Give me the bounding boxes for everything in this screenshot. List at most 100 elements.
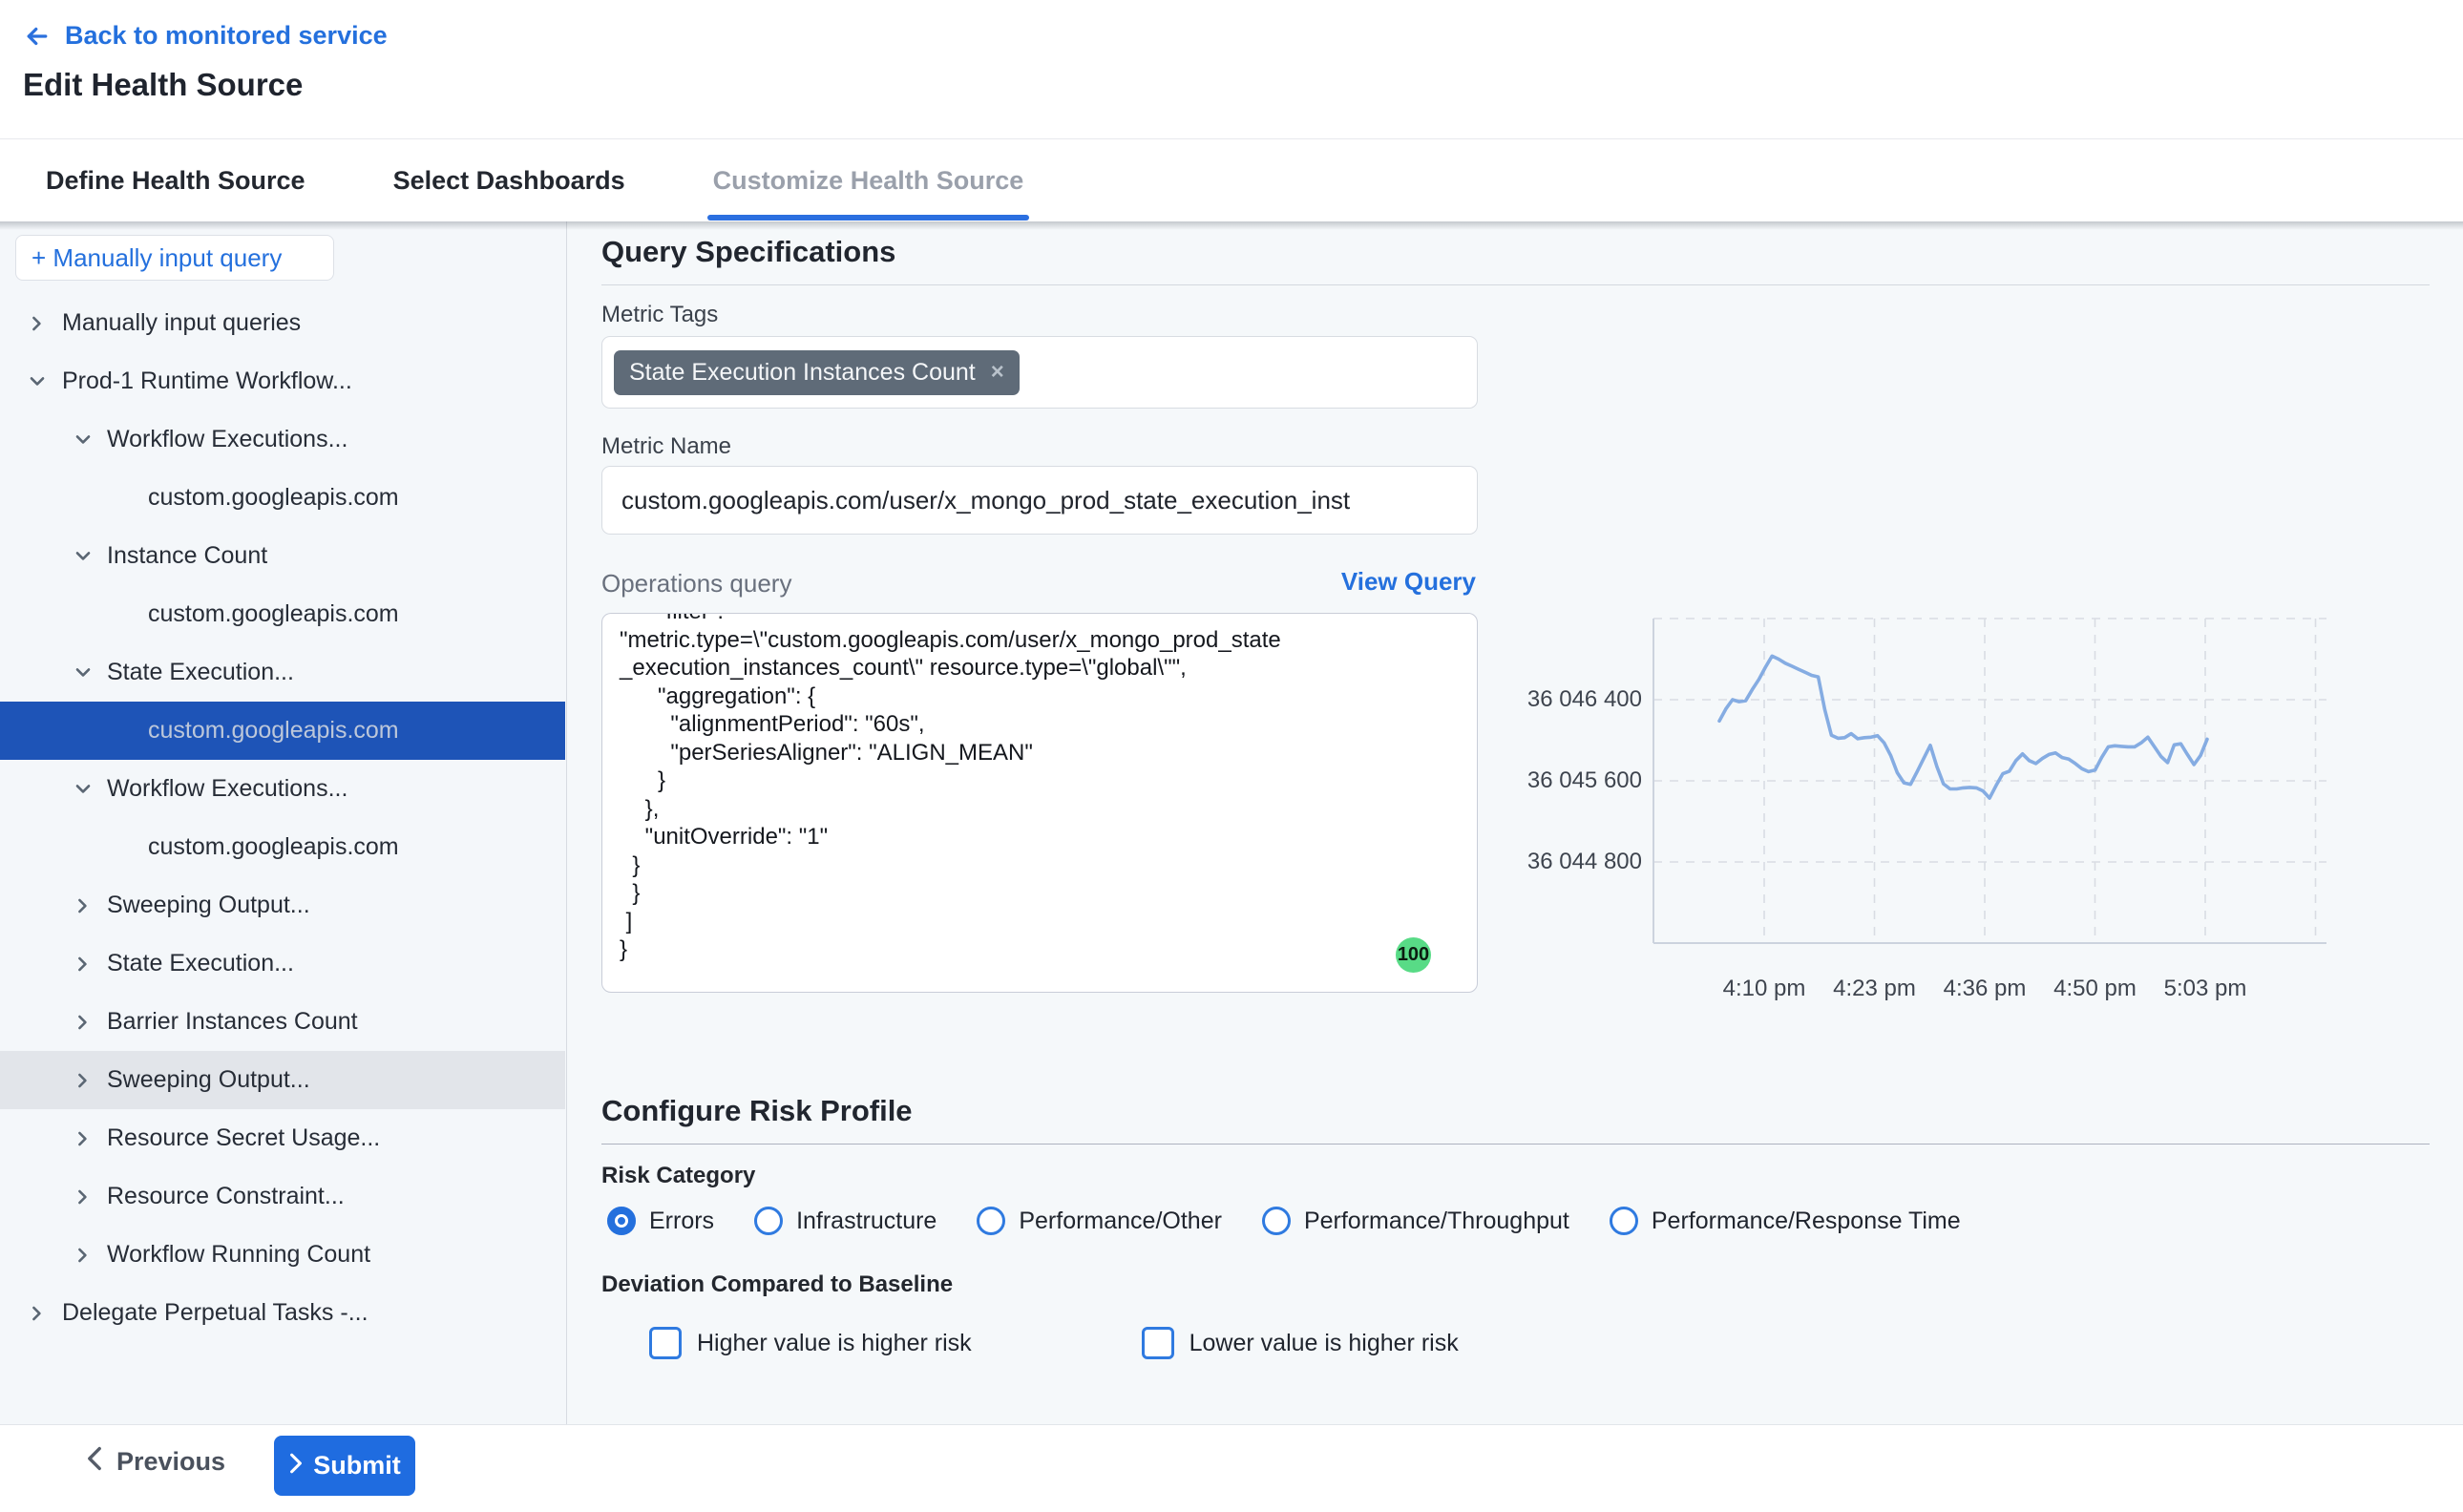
query-specifications-heading: Query Specifications <box>601 235 895 269</box>
tree-item[interactable]: Barrier Instances Count <box>0 993 565 1051</box>
tree-item[interactable]: Manually input queries <box>0 294 565 352</box>
deviation-option[interactable]: Higher value is higher risk <box>649 1327 972 1359</box>
chevron-right-icon[interactable] <box>71 893 95 918</box>
y-axis-tick-label: 36 046 400 <box>1510 686 1642 713</box>
deviation-checkbox-group: Higher value is higher risk Lower value i… <box>649 1327 1459 1359</box>
tree-item-label: Resource Constraint... <box>107 1183 345 1210</box>
tree-item[interactable]: custom.googleapis.com <box>0 818 565 876</box>
page-title: Edit Health Source <box>23 67 303 103</box>
risk-category-option[interactable]: Performance/Response Time <box>1610 1207 1961 1235</box>
checkbox-unchecked-icon[interactable] <box>1142 1327 1174 1359</box>
previous-button[interactable]: Previous <box>84 1446 225 1478</box>
radio-unselected-icon[interactable] <box>1262 1207 1291 1235</box>
submit-button[interactable]: Submit <box>274 1436 415 1496</box>
radio-unselected-icon[interactable] <box>754 1207 783 1235</box>
metric-tags-input[interactable]: State Execution Instances Count × <box>601 336 1478 409</box>
tree-item[interactable]: Prod-1 Runtime Workflow... <box>0 352 565 410</box>
operations-query-row: Operations query View Query <box>601 567 1478 601</box>
back-link-label: Back to monitored service <box>65 21 388 51</box>
chevron-down-icon[interactable] <box>71 544 95 569</box>
tree-item[interactable]: State Execution... <box>0 643 565 702</box>
tab-bar: Define Health Source Select Dashboards C… <box>0 139 2463 221</box>
risk-category-label: Risk Category <box>601 1163 755 1189</box>
operations-query-code: "filter": "metric.type=\"custom.googleap… <box>620 614 1460 964</box>
chevron-right-icon[interactable] <box>71 1185 95 1209</box>
submit-button-label: Submit <box>313 1451 401 1480</box>
tree-item-label: State Execution... <box>107 659 294 686</box>
risk-category-radio-group: Errors Infrastructure Performance/Other Per… <box>607 1207 1961 1235</box>
tree-item-label: Workflow Executions... <box>107 775 347 803</box>
metrics-tree-sidebar: + Manually input query Manually input qu… <box>0 221 567 1424</box>
query-score-badge: 100 <box>1396 937 1431 973</box>
chevron-left-icon <box>84 1446 105 1478</box>
risk-category-option[interactable]: Errors <box>607 1207 714 1235</box>
tree-item[interactable]: Delegate Perpetual Tasks -... <box>0 1284 565 1342</box>
view-query-link[interactable]: View Query <box>1341 567 1476 597</box>
risk-category-option[interactable]: Performance/Other <box>977 1207 1222 1235</box>
tree-item[interactable]: Workflow Executions... <box>0 760 565 818</box>
radio-option-label: Performance/Other <box>1019 1208 1222 1235</box>
radio-option-label: Errors <box>649 1208 714 1235</box>
tree-item[interactable]: State Execution... <box>0 934 565 993</box>
risk-category-option[interactable]: Performance/Throughput <box>1262 1207 1569 1235</box>
tree-item-label: Workflow Running Count <box>107 1241 370 1269</box>
operations-query-label: Operations query <box>601 569 791 598</box>
tree-item-label: Delegate Perpetual Tasks -... <box>62 1299 368 1327</box>
back-to-monitored-service-link[interactable]: Back to monitored service <box>23 21 388 51</box>
operations-query-editor[interactable]: "filter": "metric.type=\"custom.googleap… <box>601 613 1478 993</box>
tree-item-label: Sweeping Output... <box>107 1066 310 1094</box>
checkbox-option-label: Higher value is higher risk <box>697 1330 972 1357</box>
metric-tags-label: Metric Tags <box>601 302 718 328</box>
risk-category-option[interactable]: Infrastructure <box>754 1207 937 1235</box>
tab-customize-health-source[interactable]: Customize Health Source <box>713 139 1024 221</box>
previous-button-label: Previous <box>116 1447 225 1477</box>
x-axis-tick-label: 5:03 pm <box>2138 976 2272 1002</box>
chevron-down-icon[interactable] <box>71 777 95 802</box>
tree-item-label: Resource Secret Usage... <box>107 1124 380 1152</box>
tree-item[interactable]: custom.googleapis.com <box>0 585 565 643</box>
tab-define-health-source[interactable]: Define Health Source <box>46 139 305 221</box>
tree-item-label: Barrier Instances Count <box>107 1008 358 1036</box>
tree-item[interactable]: custom.googleapis.com <box>0 469 565 527</box>
tree-item-label: State Execution... <box>107 950 294 977</box>
radio-unselected-icon[interactable] <box>1610 1207 1638 1235</box>
radio-selected-icon[interactable] <box>607 1207 636 1235</box>
metrics-tree: Manually input queries Prod-1 Runtime Wor… <box>0 294 565 1342</box>
tab-select-dashboards[interactable]: Select Dashboards <box>393 139 625 221</box>
chart-plot-area <box>1653 619 2326 943</box>
chevron-right-icon[interactable] <box>71 1243 95 1268</box>
chevron-right-icon[interactable] <box>25 1301 50 1326</box>
metric-tag-chip: State Execution Instances Count × <box>614 350 1020 395</box>
chevron-right-icon[interactable] <box>25 311 50 336</box>
chevron-right-icon[interactable] <box>71 1126 95 1151</box>
tree-item[interactable]: Sweeping Output... <box>0 876 565 934</box>
chevron-right-icon[interactable] <box>71 1010 95 1035</box>
chevron-right-icon[interactable] <box>71 1068 95 1093</box>
tree-item[interactable]: Workflow Running Count <box>0 1226 565 1284</box>
metric-name-label: Metric Name <box>601 433 731 460</box>
tree-item-label: custom.googleapis.com <box>148 484 427 512</box>
tree-item[interactable]: Resource Secret Usage... <box>0 1109 565 1167</box>
tree-item[interactable]: Sweeping Output... <box>0 1051 565 1109</box>
tree-item[interactable]: Resource Constraint... <box>0 1167 565 1226</box>
tree-item[interactable]: Instance Count <box>0 527 565 585</box>
chip-close-icon[interactable]: × <box>991 361 1004 384</box>
tree-item-label: Manually input queries <box>62 309 301 337</box>
radio-unselected-icon[interactable] <box>977 1207 1005 1235</box>
tree-item-label: Prod-1 Runtime Workflow... <box>62 368 352 395</box>
checkbox-unchecked-icon[interactable] <box>649 1327 682 1359</box>
tree-item[interactable]: custom.googleapis.com <box>0 702 565 760</box>
tree-item-label: custom.googleapis.com <box>148 600 427 628</box>
radio-option-label: Performance/Throughput <box>1304 1208 1569 1235</box>
section-divider <box>601 284 2430 285</box>
chevron-right-icon[interactable] <box>71 952 95 976</box>
radio-option-label: Infrastructure <box>796 1208 937 1235</box>
chevron-down-icon[interactable] <box>71 661 95 685</box>
add-manual-query-button[interactable]: + Manually input query <box>15 235 334 281</box>
chevron-down-icon[interactable] <box>71 428 95 452</box>
deviation-option[interactable]: Lower value is higher risk <box>1142 1327 1459 1359</box>
tree-item[interactable]: Workflow Executions... <box>0 410 565 469</box>
metric-name-input[interactable] <box>601 466 1478 535</box>
tree-item-label: custom.googleapis.com <box>148 717 427 745</box>
chevron-down-icon[interactable] <box>25 369 50 394</box>
